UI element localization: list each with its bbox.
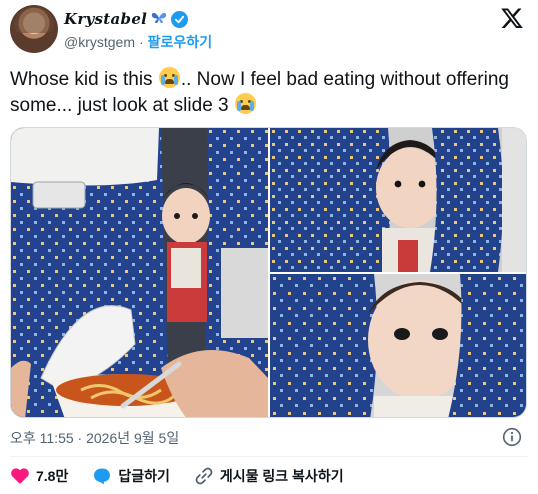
tweet-text: Whose kid is this .. Now I feel bad eati… xyxy=(10,67,520,119)
like-count: 7.8만 xyxy=(36,468,69,484)
separator: · xyxy=(139,34,144,50)
photo-3[interactable] xyxy=(270,274,526,417)
tweet-text-part1: Whose kid is this xyxy=(10,69,158,90)
handle-row: @krystgem · 팔로우하기 xyxy=(64,32,212,52)
action-bar: 7.8만 답글하기 게시물 링크 복사하기 xyxy=(10,466,344,486)
copy-link-label: 게시물 링크 복사하기 xyxy=(219,468,344,484)
verified-badge-icon xyxy=(171,10,189,28)
photo-1[interactable] xyxy=(11,128,268,417)
like-button[interactable]: 7.8만 xyxy=(10,466,68,486)
reply-button[interactable]: 답글하기 xyxy=(92,466,170,486)
follow-button[interactable]: 팔로우하기 xyxy=(148,32,212,52)
handle[interactable]: @krystgem xyxy=(64,34,135,50)
face-with-tears-of-joy-icon xyxy=(234,93,256,114)
copy-link-button[interactable]: 게시물 링크 복사하기 xyxy=(194,466,344,486)
media-grid xyxy=(10,127,527,418)
info-icon[interactable] xyxy=(502,427,522,447)
author-name-row: Krystabel xyxy=(64,9,189,29)
loudly-crying-face-icon xyxy=(158,67,180,88)
avatar[interactable] xyxy=(10,5,58,53)
display-name[interactable]: Krystabel xyxy=(64,10,147,28)
divider xyxy=(10,456,528,457)
reply-label: 답글하기 xyxy=(118,468,170,484)
tweet-card: Krystabel @krystgem · 팔로우하기 Whose kid is… xyxy=(0,0,538,494)
reply-bubble-icon xyxy=(94,468,111,485)
photo-2[interactable] xyxy=(270,128,526,272)
timestamp[interactable]: 오후 11:55 · 2026년 9월 5일 xyxy=(10,428,179,448)
link-icon xyxy=(195,467,213,485)
x-logo-icon[interactable] xyxy=(500,6,524,30)
heart-icon xyxy=(11,468,29,484)
butterfly-icon xyxy=(151,11,167,27)
